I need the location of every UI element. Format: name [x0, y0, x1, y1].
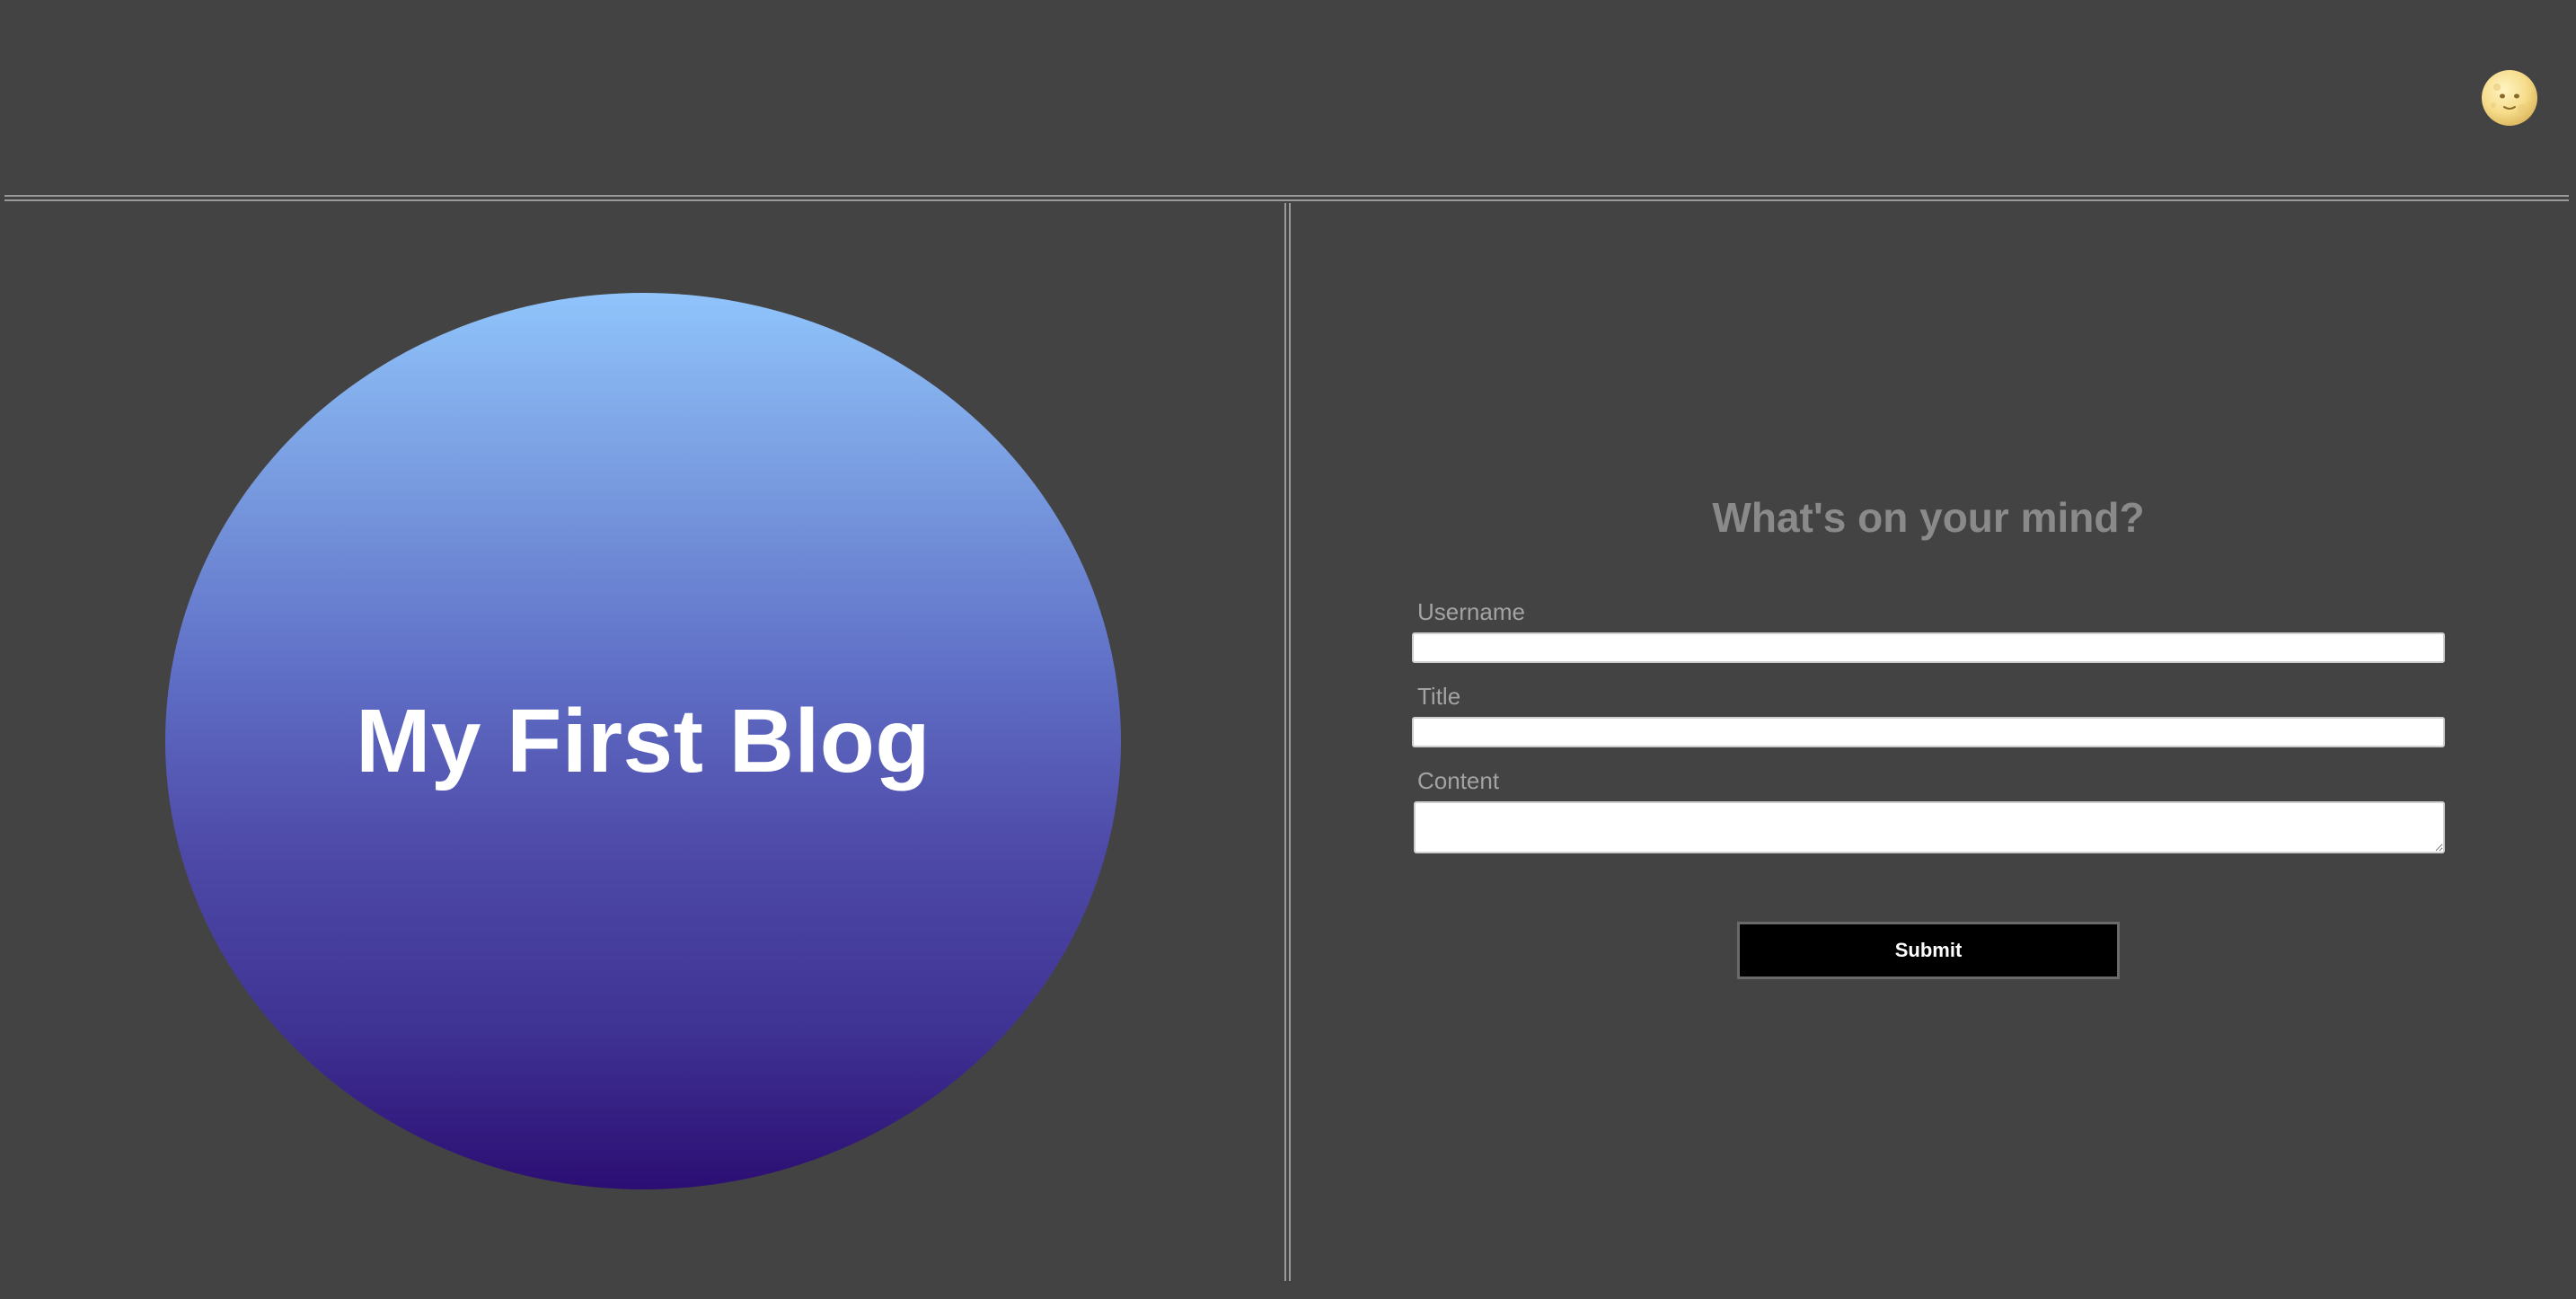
content-textarea[interactable]: [1414, 801, 2445, 853]
username-label: Username: [1417, 598, 1525, 625]
content-label: Content: [1417, 767, 1500, 794]
post-form: What's on your mind? Username Title Cont…: [1412, 485, 2445, 979]
title-label: Title: [1417, 683, 1461, 710]
hero-circle: My First Blog: [165, 293, 1121, 1189]
blog-title: My First Blog: [356, 690, 931, 791]
submit-button[interactable]: Submit: [1737, 922, 2120, 979]
header-divider: [4, 195, 2569, 201]
title-input[interactable]: [1412, 717, 2445, 747]
theme-toggle-button[interactable]: [2481, 69, 2538, 127]
form-heading: What's on your mind?: [1712, 494, 2145, 541]
column-divider: [1284, 203, 1291, 1281]
page: My First Blog What's on your mind? Usern…: [0, 0, 2576, 1299]
header: [0, 0, 2576, 196]
full-moon-face-icon: [2482, 70, 2537, 126]
username-input[interactable]: [1412, 632, 2445, 663]
